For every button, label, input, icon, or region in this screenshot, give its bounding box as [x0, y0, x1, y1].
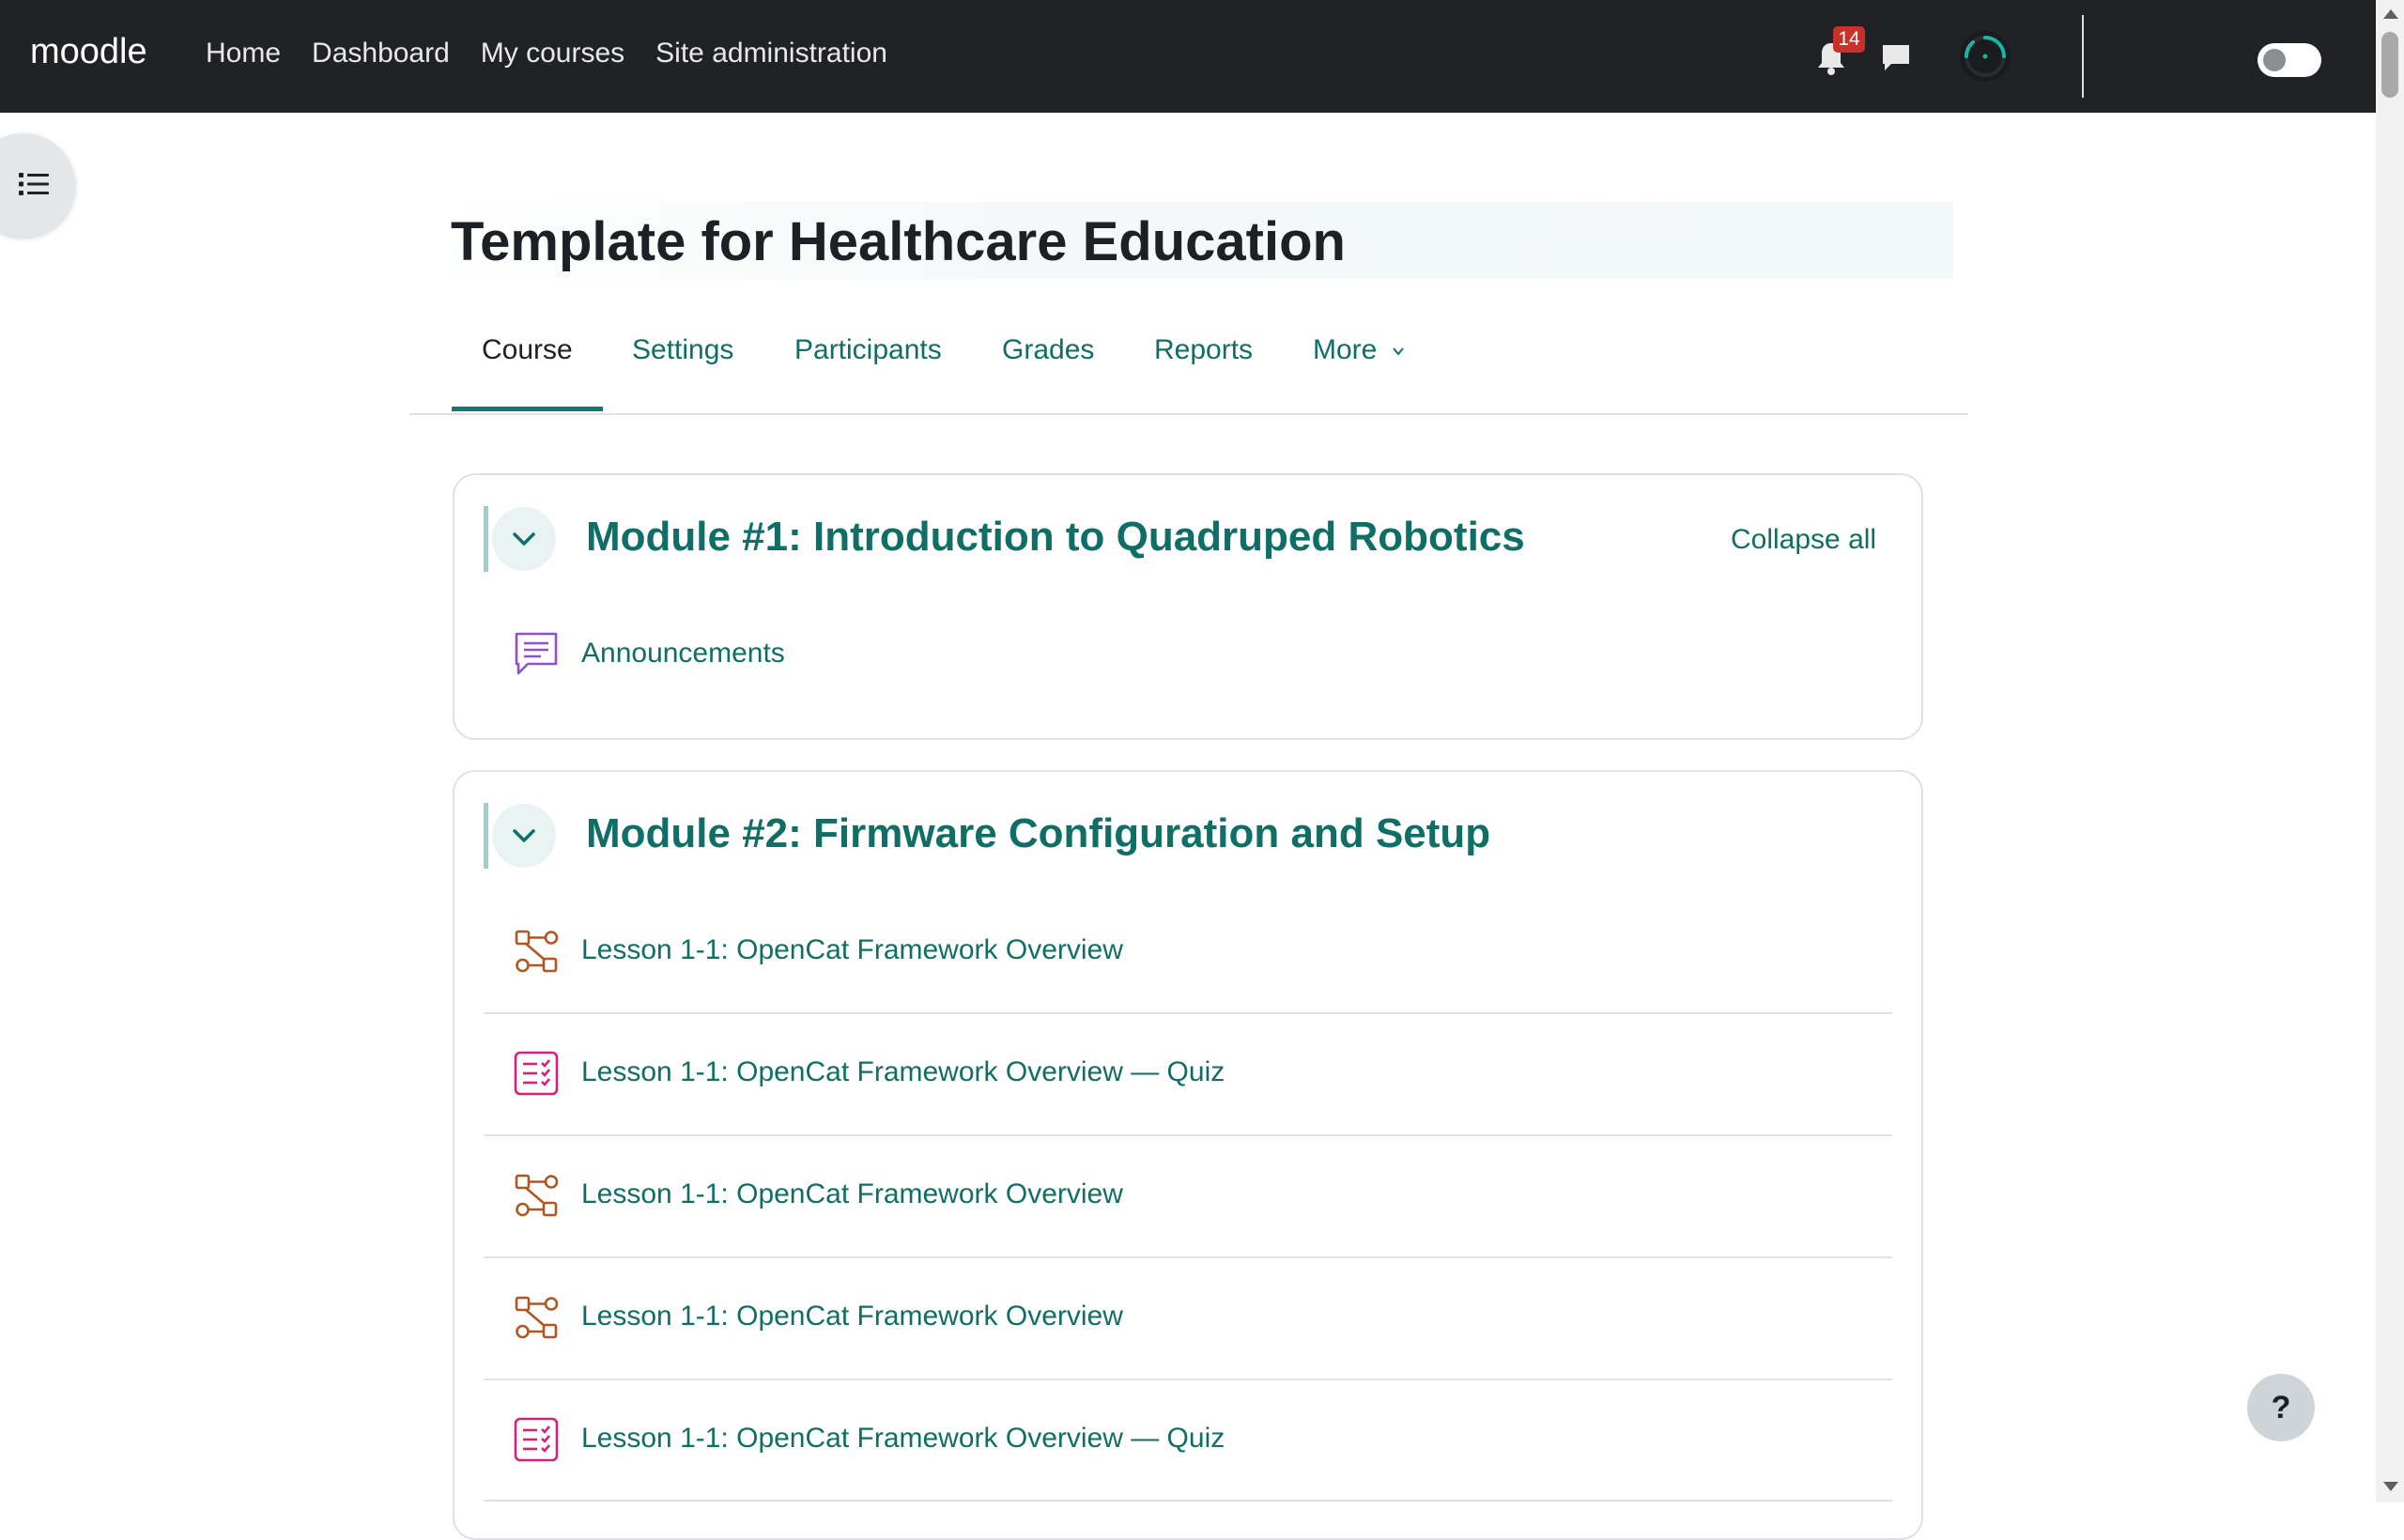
quiz-icon [514, 1417, 559, 1462]
edit-mode-toggle[interactable] [2258, 43, 2321, 77]
tab-grades[interactable]: Grades [1002, 334, 1094, 366]
lesson-icon [515, 1296, 559, 1339]
nav-my-courses[interactable]: My courses [481, 38, 624, 69]
tab-course[interactable]: Course [482, 334, 573, 366]
section-title[interactable]: Module #2: Firmware Configuration and Se… [586, 810, 1490, 857]
activity-divider [484, 1134, 1892, 1136]
forum-icon [515, 632, 558, 675]
scroll-up-arrow-icon[interactable] [2383, 9, 2398, 19]
chevron-down-icon [513, 532, 535, 546]
activity-link-quiz[interactable]: Lesson 1-1: OpenCat Framework Overview —… [581, 1056, 1225, 1088]
activity-link-quiz[interactable]: Lesson 1-1: OpenCat Framework Overview —… [581, 1423, 1225, 1455]
tab-settings[interactable]: Settings [632, 334, 733, 366]
user-avatar[interactable] [1960, 31, 2011, 82]
activity-link-lesson[interactable]: Lesson 1-1: OpenCat Framework Overview [581, 1178, 1123, 1210]
chevron-down-icon [1392, 347, 1404, 356]
chevron-down-icon [513, 829, 535, 842]
quiz-icon [514, 1051, 559, 1096]
tab-more[interactable]: More [1313, 334, 1404, 366]
activity-divider [484, 1012, 1892, 1014]
activity-divider [484, 1378, 1892, 1380]
section-title[interactable]: Module #1: Introduction to Quadruped Rob… [586, 514, 1525, 561]
notification-count-badge: 14 [1833, 26, 1865, 53]
messages-icon[interactable] [1880, 41, 1912, 73]
primary-navigation: Home Dashboard My courses Site administr… [206, 38, 918, 69]
loading-spinner-icon [1965, 36, 2006, 77]
nav-dashboard[interactable]: Dashboard [312, 38, 450, 69]
list-icon [19, 173, 49, 195]
section-indicator-bar [484, 506, 488, 572]
scrollbar-thumb[interactable] [2381, 32, 2398, 98]
help-button[interactable]: ? [2247, 1374, 2315, 1441]
activity-divider [484, 1256, 1892, 1258]
lesson-icon [515, 930, 559, 973]
activity-link-lesson[interactable]: Lesson 1-1: OpenCat Framework Overview [581, 934, 1123, 966]
lesson-icon [515, 1174, 559, 1217]
scroll-down-arrow-icon[interactable] [2383, 1482, 2398, 1491]
activity-link-lesson[interactable]: Lesson 1-1: OpenCat Framework Overview [581, 1301, 1123, 1332]
section-collapse-toggle[interactable] [492, 804, 556, 868]
tab-more-label: More [1313, 334, 1378, 365]
navbar-divider [2082, 15, 2084, 98]
page-title: Template for Healthcare Education [451, 211, 1346, 272]
collapse-all-link[interactable]: Collapse all [1731, 524, 1876, 556]
tab-participants[interactable]: Participants [794, 334, 942, 366]
nav-home[interactable]: Home [206, 38, 281, 69]
site-logo[interactable]: moodle [30, 32, 147, 72]
section-indicator-bar [484, 803, 488, 869]
top-navbar: moodle Home Dashboard My courses Site ad… [0, 0, 2376, 113]
page-scrollbar[interactable] [2376, 0, 2404, 1502]
activity-divider [484, 1500, 1892, 1502]
nav-site-administration[interactable]: Site administration [655, 38, 887, 69]
active-tab-indicator [452, 407, 603, 411]
activity-link-announcements[interactable]: Announcements [581, 638, 785, 670]
section-collapse-toggle[interactable] [492, 507, 556, 571]
tab-reports[interactable]: Reports [1154, 334, 1253, 366]
